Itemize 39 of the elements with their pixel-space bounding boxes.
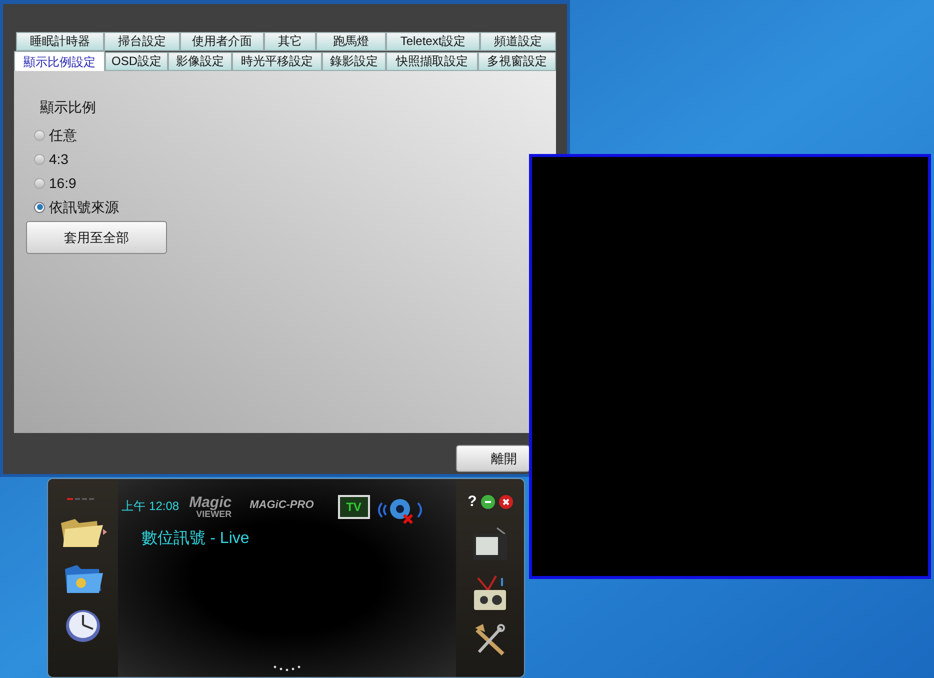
logo-subtext: VIEWER bbox=[196, 510, 232, 519]
close-button[interactable]: 離開 bbox=[456, 445, 530, 472]
radio-icon[interactable] bbox=[34, 178, 45, 188]
radio-option[interactable]: 依訊號來源 bbox=[34, 195, 119, 219]
tab[interactable]: Teletext設定 bbox=[386, 32, 480, 51]
clock-time: 上午 12:08 bbox=[122, 498, 180, 515]
tab[interactable]: OSD設定 bbox=[105, 52, 168, 71]
radio-option[interactable]: 任意 bbox=[34, 123, 77, 147]
tab[interactable]: 其它 bbox=[264, 32, 316, 51]
tab[interactable]: 影像設定 bbox=[168, 52, 232, 71]
tv-mode-button[interactable]: TV bbox=[338, 495, 370, 519]
minimize-icon[interactable] bbox=[480, 495, 495, 510]
radio-option[interactable]: 4:3 bbox=[34, 147, 68, 171]
help-button[interactable]: ? bbox=[468, 491, 477, 514]
tab[interactable]: 跑馬燈 bbox=[316, 32, 386, 51]
tab[interactable]: 錄影設定 bbox=[322, 52, 386, 71]
logo-text: Magic bbox=[189, 495, 232, 510]
tab[interactable]: 顯示比例設定 bbox=[14, 51, 105, 71]
tab[interactable]: 掃台設定 bbox=[104, 32, 180, 51]
radio-icon[interactable] bbox=[34, 154, 45, 164]
apply-all-button[interactable]: 套用至全部 bbox=[26, 221, 167, 254]
tab[interactable]: 使用者介面 bbox=[180, 32, 264, 51]
dots-icon bbox=[272, 665, 301, 671]
channel-name: 數位訊號 - Live bbox=[142, 528, 250, 549]
radio-option[interactable]: 16:9 bbox=[34, 171, 76, 195]
brand-logo: MAGiC-PRO bbox=[250, 498, 314, 513]
tools-icon[interactable] bbox=[473, 624, 508, 656]
tab[interactable]: 頻道設定 bbox=[480, 32, 556, 51]
television-icon[interactable] bbox=[471, 526, 510, 562]
photo-folder-icon[interactable] bbox=[62, 563, 103, 595]
tab[interactable]: 多視窗設定 bbox=[478, 52, 556, 71]
close-icon[interactable] bbox=[498, 495, 513, 510]
tab[interactable]: 時光平移設定 bbox=[232, 52, 322, 71]
section-title: 顯示比例 bbox=[40, 98, 96, 117]
tab[interactable]: 快照擷取設定 bbox=[386, 52, 478, 71]
radio-icon[interactable] bbox=[34, 202, 45, 212]
tab[interactable]: 睡眠計時器 bbox=[16, 32, 104, 51]
clock-icon[interactable] bbox=[64, 609, 101, 643]
radio-icon[interactable] bbox=[34, 130, 45, 140]
